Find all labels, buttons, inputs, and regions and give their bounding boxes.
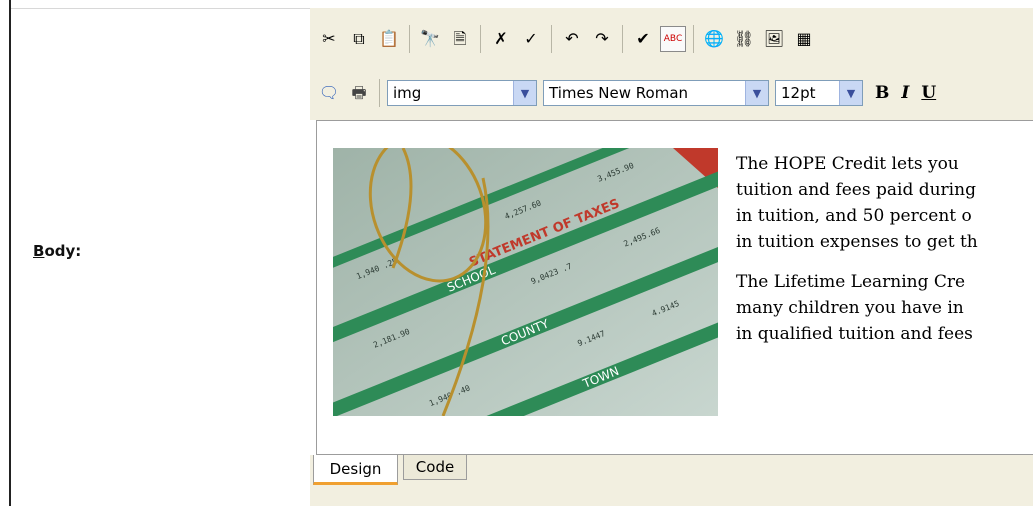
editor-content-area[interactable]: STATEMENT OF TAXES SCHOOL COUNTY TOWN 1,… [316,120,1033,455]
toolbar-separator [480,25,481,53]
content-paragraph: The Lifetime Learning Cre many children y… [736,269,1033,347]
toolbar-row-1: ✂ ⧉ 📋 🔭 🗎 ✗ ✓ ↶ ↷ ✔ ABC 🌐 ⛓ 🖼 ▦ [316,22,821,56]
toolbar-separator [379,79,380,107]
window-left-border [0,0,11,506]
font-size-select[interactable]: 12pt ▼ [775,80,863,106]
content-line: tuition and fees paid during [736,180,976,200]
cms-more-icon[interactable]: ▦ [791,26,817,52]
content-paragraph: The HOPE Credit lets you tuition and fees… [736,151,1033,255]
tax-statement-image[interactable]: STATEMENT OF TAXES SCHOOL COUNTY TOWN 1,… [333,148,718,416]
font-size-value: 12pt [781,84,816,102]
toolbar-row-2: 🗨 🖶 img ▼ Times New Roman ▼ 12pt ▼ B I U [316,78,942,108]
editor-toolbar: ✂ ⧉ 📋 🔭 🗎 ✗ ✓ ↶ ↷ ✔ ABC 🌐 ⛓ 🖼 ▦ 🗨 🖶 img ▼ Times New Ro… [310,8,1033,120]
copy-icon[interactable]: ⧉ [346,26,372,52]
paste-icon[interactable]: 📋 [376,26,402,52]
toolbar-separator [622,25,623,53]
editor-body-text[interactable]: The HOPE Credit lets you tuition and fees… [736,151,1033,361]
body-field-label: Body: [33,242,82,260]
chevron-down-icon[interactable]: ▼ [513,81,536,105]
toolbar-separator [551,25,552,53]
underline-button[interactable]: U [921,83,936,103]
content-line: The HOPE Credit lets you [736,154,959,174]
font-family-select[interactable]: Times New Roman ▼ [543,80,769,106]
properties-icon[interactable]: 🗎 [447,26,473,52]
cms-link-icon[interactable]: ⛓ [731,26,757,52]
comment-icon[interactable]: 🗨 [316,80,342,106]
chevron-down-icon[interactable]: ▼ [745,81,768,105]
content-line: The Lifetime Learning Cre [736,272,966,292]
remove-format-icon[interactable]: ✗ [488,26,514,52]
toolbar-separator [409,25,410,53]
tab-code[interactable]: Code [403,455,467,480]
content-line: many children you have in [736,298,964,318]
toolbar-separator [693,25,694,53]
spellcheck-live-icon[interactable]: ABC [660,26,686,52]
redo-icon[interactable]: ↷ [589,26,615,52]
content-line: in tuition, and 50 percent o [736,206,972,226]
spellcheck-icon[interactable]: ✔ [630,26,656,52]
italic-button[interactable]: I [901,83,909,103]
content-line: in qualified tuition and fees [736,324,973,344]
editor-mode-tabs: Design Code [310,455,1033,506]
style-select-value: img [393,84,422,102]
bold-button[interactable]: B [875,83,889,103]
undo-icon[interactable]: ↶ [559,26,585,52]
find-icon[interactable]: 🔭 [417,26,443,52]
style-select[interactable]: img ▼ [387,80,537,106]
tab-design[interactable]: Design [313,455,398,485]
format-brush-icon[interactable]: ✓ [518,26,544,52]
font-family-value: Times New Roman [549,84,689,102]
chevron-down-icon[interactable]: ▼ [839,81,862,105]
rich-text-editor: ✂ ⧉ 📋 🔭 🗎 ✗ ✓ ↶ ↷ ✔ ABC 🌐 ⛓ 🖼 ▦ 🗨 🖶 img ▼ Times New Ro… [310,8,1033,506]
insert-link-icon[interactable]: 🌐 [701,26,727,52]
content-line: in tuition expenses to get th [736,232,978,252]
print-icon[interactable]: 🖶 [346,80,372,106]
cut-icon[interactable]: ✂ [316,26,342,52]
cms-image-icon[interactable]: 🖼 [761,26,787,52]
